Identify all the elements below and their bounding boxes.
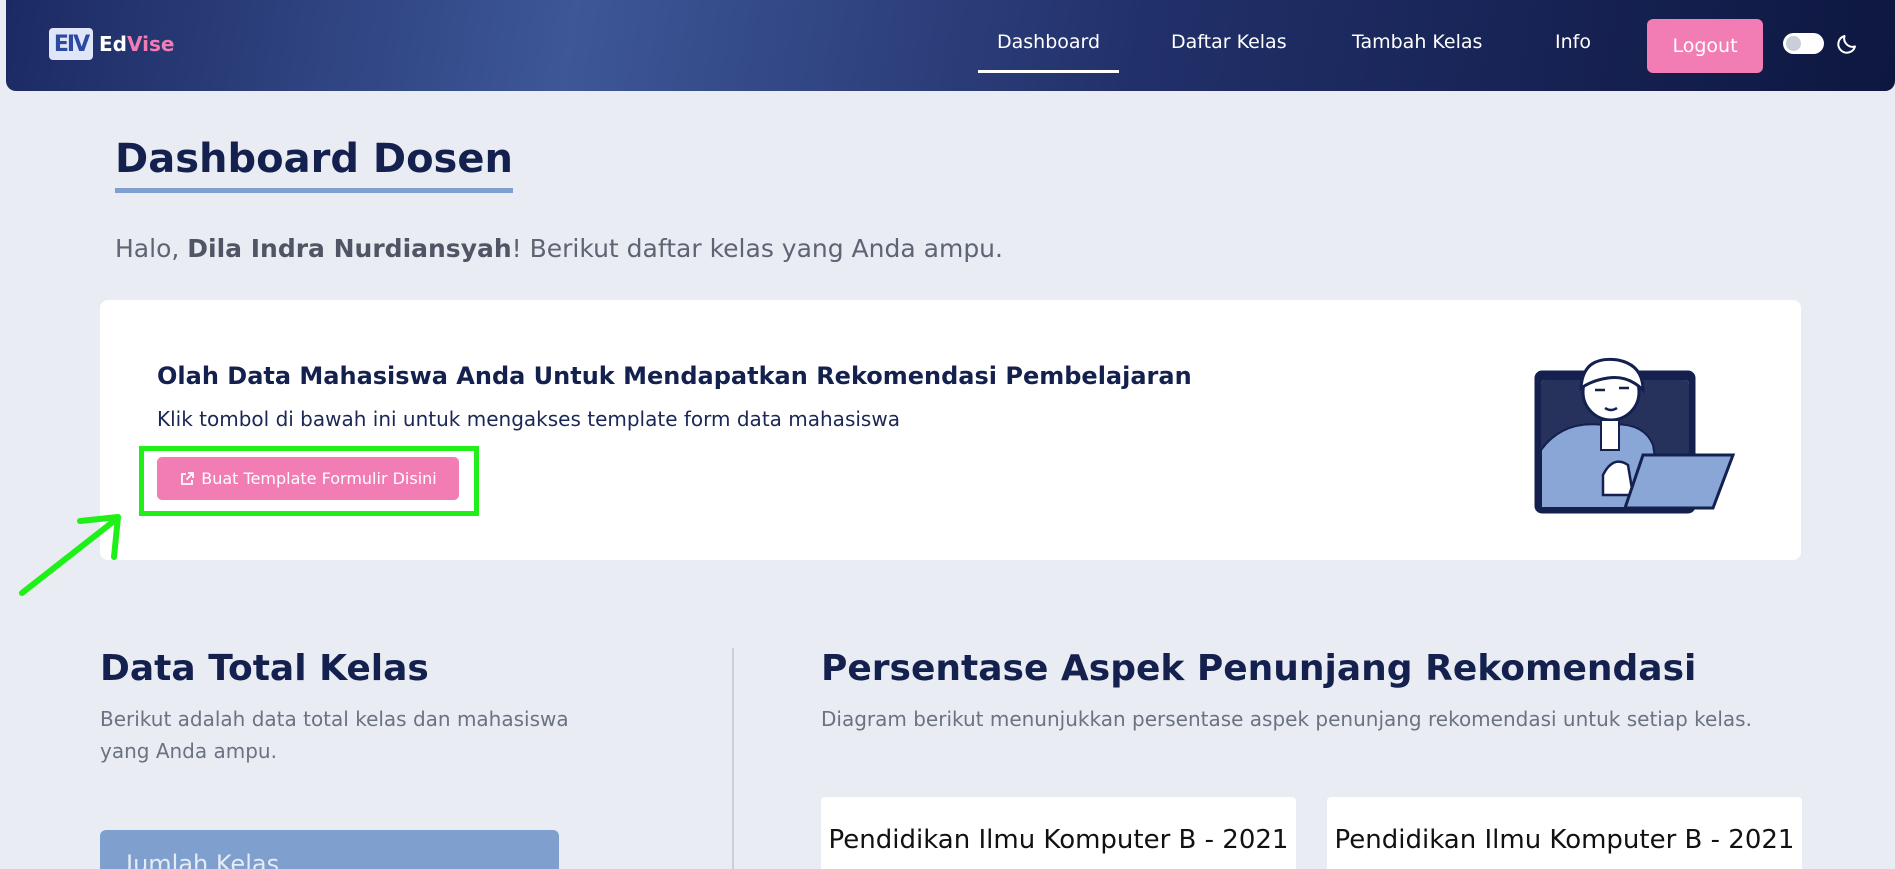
theme-toggle[interactable] <box>1783 33 1824 54</box>
class-chart-card[interactable]: Pendidikan Ilmu Komputer B - 2021 <box>821 797 1296 869</box>
person-laptop-illustration <box>1534 357 1736 514</box>
nav-info[interactable]: Info <box>1555 31 1591 53</box>
moon-icon[interactable] <box>1835 32 1859 56</box>
template-promo-card: Olah Data Mahasiswa Anda Untuk Mendapatk… <box>100 300 1801 560</box>
logout-button[interactable]: Logout <box>1647 19 1763 73</box>
stat-label: Jumlah Kelas <box>126 850 280 869</box>
annotation-arrow-icon <box>19 514 121 596</box>
total-section-description: Berikut adalah data total kelas dan maha… <box>100 707 569 763</box>
page-title: Dashboard Dosen <box>115 136 513 193</box>
promo-title: Olah Data Mahasiswa Anda Untuk Mendapatk… <box>157 362 1192 390</box>
user-name: Dila Indra Nurdiansyah <box>187 234 512 263</box>
promo-subtitle: Klik tombol di bawah ini untuk mengakses… <box>157 407 900 431</box>
nav-dashboard[interactable]: Dashboard <box>977 31 1120 73</box>
external-link-icon <box>181 471 195 485</box>
class-chart-card[interactable]: Pendidikan Ilmu Komputer B - 2021 <box>1327 797 1802 869</box>
brand-logo[interactable]: EIV EdVise <box>49 28 174 60</box>
stat-card-jumlah-kelas: Jumlah Kelas <box>100 830 559 869</box>
create-template-button[interactable]: Buat Template Formulir Disini <box>157 457 459 500</box>
nav-tambah-kelas[interactable]: Tambah Kelas <box>1352 31 1482 53</box>
aspect-section-description: Diagram berikut menunjukkan persentase a… <box>821 707 1752 731</box>
logo-mark: EIV <box>49 28 93 60</box>
create-template-label: Buat Template Formulir Disini <box>201 469 437 488</box>
brand-name: EdVise <box>99 32 175 56</box>
greeting-text: Halo, Dila Indra Nurdiansyah! Berikut da… <box>115 234 1003 263</box>
top-navbar: EIV EdVise Dashboard Daftar Kelas Tambah… <box>6 0 1895 91</box>
section-divider <box>732 648 734 869</box>
aspect-section-title: Persentase Aspek Penunjang Rekomendasi <box>821 648 1697 689</box>
total-section-title: Data Total Kelas <box>100 648 429 689</box>
nav-daftar-kelas[interactable]: Daftar Kelas <box>1171 31 1287 53</box>
